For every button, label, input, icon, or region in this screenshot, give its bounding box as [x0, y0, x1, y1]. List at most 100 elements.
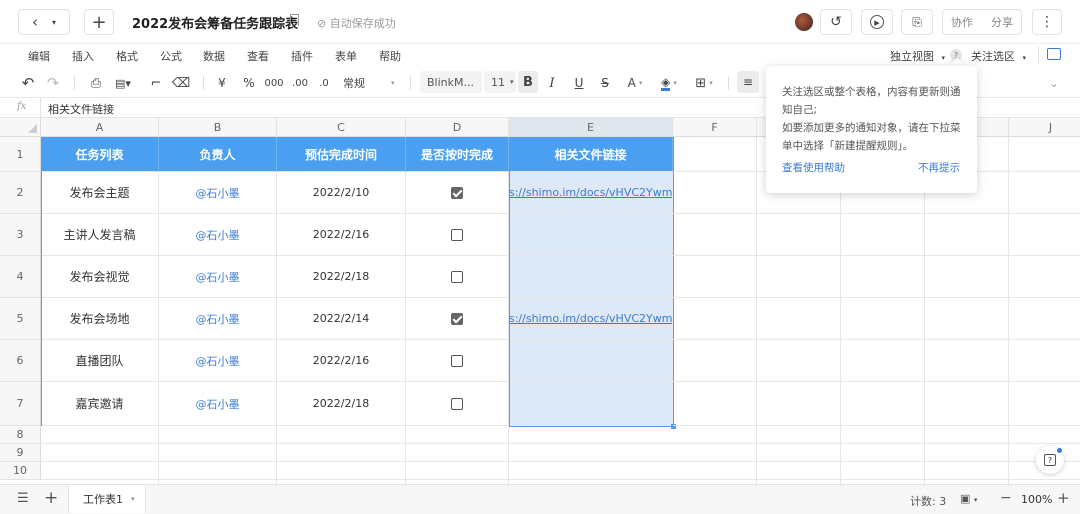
table-header-cell[interactable]: 负责人 — [159, 137, 277, 172]
task-cell[interactable]: 直播团队 — [41, 340, 159, 382]
decimal-add-button[interactable]: .00 — [291, 74, 309, 92]
menu-view[interactable]: 查看 — [247, 48, 269, 64]
fill-color-button[interactable]: ◈ ▾ — [656, 74, 682, 92]
export-button[interactable]: ⎘ — [901, 9, 933, 35]
table-header-cell[interactable]: 相关文件链接 — [509, 137, 673, 172]
dismiss-button[interactable]: 不再提示 — [918, 160, 960, 175]
col-header-c[interactable]: C — [277, 118, 406, 137]
sheet-list-icon[interactable]: ☰ — [17, 491, 29, 506]
file-link[interactable]: s://shimo.im/docs/vHVC2YwmhaQKi — [509, 298, 673, 340]
menu-plugins[interactable]: 插件 — [291, 48, 313, 64]
col-header-j[interactable]: J — [1009, 118, 1080, 137]
decimal-remove-button[interactable]: .0 — [317, 74, 331, 92]
checkbox-checked[interactable] — [451, 312, 463, 325]
table-header-cell[interactable]: 任务列表 — [41, 137, 159, 172]
menu-formula[interactable]: 公式 — [160, 48, 182, 64]
owner-mention[interactable]: @石小墨 — [159, 256, 277, 298]
sheet-tab[interactable]: 工作表1 ▾ — [68, 485, 146, 513]
checkbox-unchecked[interactable] — [451, 270, 463, 283]
checkbox-unchecked[interactable] — [451, 228, 463, 241]
row-header-6[interactable]: 6 — [0, 340, 41, 382]
strikethrough-button[interactable]: S — [598, 74, 612, 92]
more-button[interactable]: ⋮ — [1032, 9, 1062, 35]
task-cell[interactable]: 发布会主题 — [41, 172, 159, 214]
task-cell[interactable]: 发布会场地 — [41, 298, 159, 340]
col-header-f[interactable]: F — [673, 118, 757, 137]
table-header-cell[interactable]: 预估完成时间 — [277, 137, 406, 172]
add-sheet-icon[interactable]: + — [44, 488, 58, 508]
menu-form[interactable]: 表单 — [335, 48, 357, 64]
checkbox-unchecked[interactable] — [451, 397, 463, 410]
share-button[interactable]: 分享 — [991, 14, 1013, 30]
collab-button[interactable]: 协作 — [951, 14, 973, 30]
owner-mention[interactable]: @石小墨 — [159, 214, 277, 256]
follow-selection-dropdown[interactable]: 关注选区 ▾ — [971, 48, 1026, 64]
border-button[interactable]: ⊞ ▾ — [691, 74, 717, 92]
zoom-level[interactable]: 100% — [1021, 493, 1052, 506]
date-cell[interactable]: 2022/2/16 — [277, 340, 406, 382]
col-header-a[interactable]: A — [41, 118, 159, 137]
date-cell[interactable]: 2022/2/18 — [277, 382, 406, 426]
undo-icon[interactable]: ↶ — [20, 74, 36, 92]
number-format-dropdown[interactable]: 常规 ▾ — [343, 74, 399, 92]
row-header-8[interactable]: 8 — [0, 426, 41, 444]
file-link[interactable] — [509, 214, 673, 256]
task-cell[interactable]: 发布会视觉 — [41, 256, 159, 298]
row-header-2[interactable]: 2 — [0, 172, 41, 214]
formula-input[interactable]: 相关文件链接 — [48, 101, 114, 117]
col-header-b[interactable]: B — [159, 118, 277, 137]
font-color-button[interactable]: A ▾ — [624, 74, 646, 92]
file-link[interactable] — [509, 382, 673, 426]
new-doc-button[interactable]: + — [84, 9, 114, 35]
font-size-dropdown[interactable]: 11 ▾ — [484, 71, 516, 93]
select-all-corner[interactable] — [0, 118, 41, 137]
row-header-1[interactable]: 1 — [0, 137, 41, 172]
avatar[interactable] — [795, 13, 813, 31]
date-cell[interactable]: 2022/2/18 — [277, 256, 406, 298]
owner-mention[interactable]: @石小墨 — [159, 382, 277, 426]
paste-format-icon[interactable]: ▤▾ — [113, 74, 133, 92]
redo-icon[interactable]: ↷ — [45, 74, 61, 92]
owner-mention[interactable]: @石小墨 — [159, 298, 277, 340]
zoom-out-icon[interactable]: − — [1000, 490, 1012, 506]
table-header-cell[interactable]: 是否按时完成 — [406, 137, 509, 172]
row-header-4[interactable]: 4 — [0, 256, 41, 298]
owner-mention[interactable]: @石小墨 — [159, 172, 277, 214]
align-center-icon[interactable]: ≡ — [737, 71, 759, 93]
format-painter-icon[interactable]: ⌐ — [149, 74, 163, 92]
date-cell[interactable]: 2022/2/10 — [277, 172, 406, 214]
font-dropdown[interactable]: BlinkM... — [420, 71, 482, 93]
percent-button[interactable]: % — [242, 74, 256, 92]
row-header-9[interactable]: 9 — [0, 444, 41, 462]
row-header-7[interactable]: 7 — [0, 382, 41, 426]
row-header-3[interactable]: 3 — [0, 214, 41, 256]
collapse-toolbar-icon[interactable]: ⌄ — [1046, 74, 1062, 92]
help-link[interactable]: 查看使用帮助 — [782, 160, 845, 175]
checkbox-checked[interactable] — [451, 186, 463, 199]
menu-insert[interactable]: 插入 — [72, 48, 94, 64]
back-button[interactable]: ‹ ▾ — [18, 9, 70, 35]
file-link[interactable] — [509, 256, 673, 298]
date-cell[interactable]: 2022/2/14 — [277, 298, 406, 340]
view-dropdown[interactable]: 独立视图 ▾ — [890, 48, 945, 64]
col-header-e[interactable]: E — [509, 118, 673, 137]
row-header-10[interactable]: 10 — [0, 462, 41, 480]
owner-mention[interactable]: @石小墨 — [159, 340, 277, 382]
menu-format[interactable]: 格式 — [116, 48, 138, 64]
italic-button[interactable]: I — [545, 74, 559, 92]
currency-button[interactable]: ¥ — [215, 74, 229, 92]
stats-dropdown[interactable]: ▣ ▾ — [960, 492, 977, 505]
file-link[interactable]: s://shimo.im/docs/vHVC2YwmhaQKi — [509, 172, 673, 214]
file-link[interactable] — [509, 340, 673, 382]
zoom-in-icon[interactable]: + — [1057, 489, 1070, 507]
bold-button[interactable]: B — [518, 71, 538, 93]
comment-icon[interactable] — [1047, 48, 1061, 60]
eraser-icon[interactable]: ⌫ — [172, 74, 190, 92]
doc-title[interactable]: 2022发布会筹备任务跟踪表 — [132, 13, 298, 32]
row-header-5[interactable]: 5 — [0, 298, 41, 340]
bookmark-icon[interactable] — [290, 14, 299, 26]
thousands-button[interactable]: 000 — [264, 74, 284, 92]
underline-button[interactable]: U — [572, 74, 586, 92]
present-button[interactable]: ▸ — [861, 9, 893, 35]
col-header-d[interactable]: D — [406, 118, 509, 137]
